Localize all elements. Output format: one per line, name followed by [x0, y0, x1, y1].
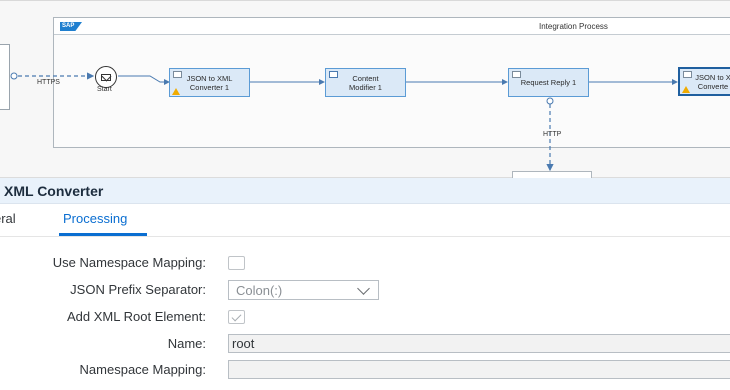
- content-modifier-1-step[interactable]: Content Modifier 1: [325, 68, 406, 97]
- namespace-mapping-input[interactable]: [228, 360, 730, 379]
- json-to-xml-converter-1-step[interactable]: JSON to XML Converter 1: [169, 68, 250, 97]
- properties-header: XML Converter: [0, 178, 730, 204]
- processing-form: Use Namespace Mapping: JSON Prefix Separ…: [0, 237, 730, 390]
- namespace-mapping-label: Namespace Mapping:: [79, 362, 206, 377]
- name-label: Name:: [167, 336, 206, 351]
- json-to-xml-converter-2-step[interactable]: JSON to X Converte: [678, 67, 730, 96]
- request-reply-icon: [512, 71, 521, 78]
- name-input[interactable]: root: [228, 334, 730, 353]
- json-prefix-separator-label: JSON Prefix Separator:: [70, 282, 206, 297]
- warning-icon: [172, 88, 180, 95]
- use-namespace-mapping-label: Use Namespace Mapping:: [52, 255, 206, 270]
- tab-processing[interactable]: Processing: [63, 211, 127, 226]
- add-xml-root-element-checkbox[interactable]: [228, 310, 245, 324]
- flow-start-to-converter[interactable]: [118, 75, 170, 85]
- properties-tabs: eral Processing: [0, 204, 730, 237]
- start-event-label: Start: [97, 86, 112, 93]
- json-prefix-separator-value: Colon(:): [236, 283, 283, 298]
- use-namespace-mapping-checkbox[interactable]: [228, 256, 245, 270]
- https-connection-label: HTTPS: [37, 79, 60, 86]
- request-reply-1-step[interactable]: Request Reply 1: [508, 68, 589, 97]
- warning-icon: [682, 86, 690, 93]
- start-event[interactable]: [95, 66, 117, 88]
- converter-icon: [173, 71, 182, 78]
- step-label: JSON to XML Converter 1: [186, 73, 233, 92]
- envelope-icon: [101, 73, 111, 81]
- add-xml-root-element-label: Add XML Root Element:: [67, 309, 206, 324]
- chevron-down-icon: [357, 282, 370, 295]
- converter-icon: [683, 71, 692, 78]
- step-label: Content Modifier 1: [349, 73, 382, 92]
- properties-title: XML Converter: [4, 183, 104, 199]
- content-modifier-icon: [329, 71, 338, 78]
- json-prefix-separator-select[interactable]: Colon(:): [228, 280, 379, 300]
- app-root: SAP Integration Process HTTPS HTTP Start…: [0, 0, 730, 390]
- tab-general[interactable]: eral: [0, 211, 16, 226]
- http-connection-label: HTTP: [543, 131, 562, 138]
- active-tab-indicator: [59, 233, 147, 236]
- step-label: Request Reply 1: [520, 78, 577, 87]
- integration-flow-canvas[interactable]: SAP Integration Process HTTPS HTTP Start…: [0, 0, 730, 181]
- step-label: JSON to X Converte: [695, 72, 730, 91]
